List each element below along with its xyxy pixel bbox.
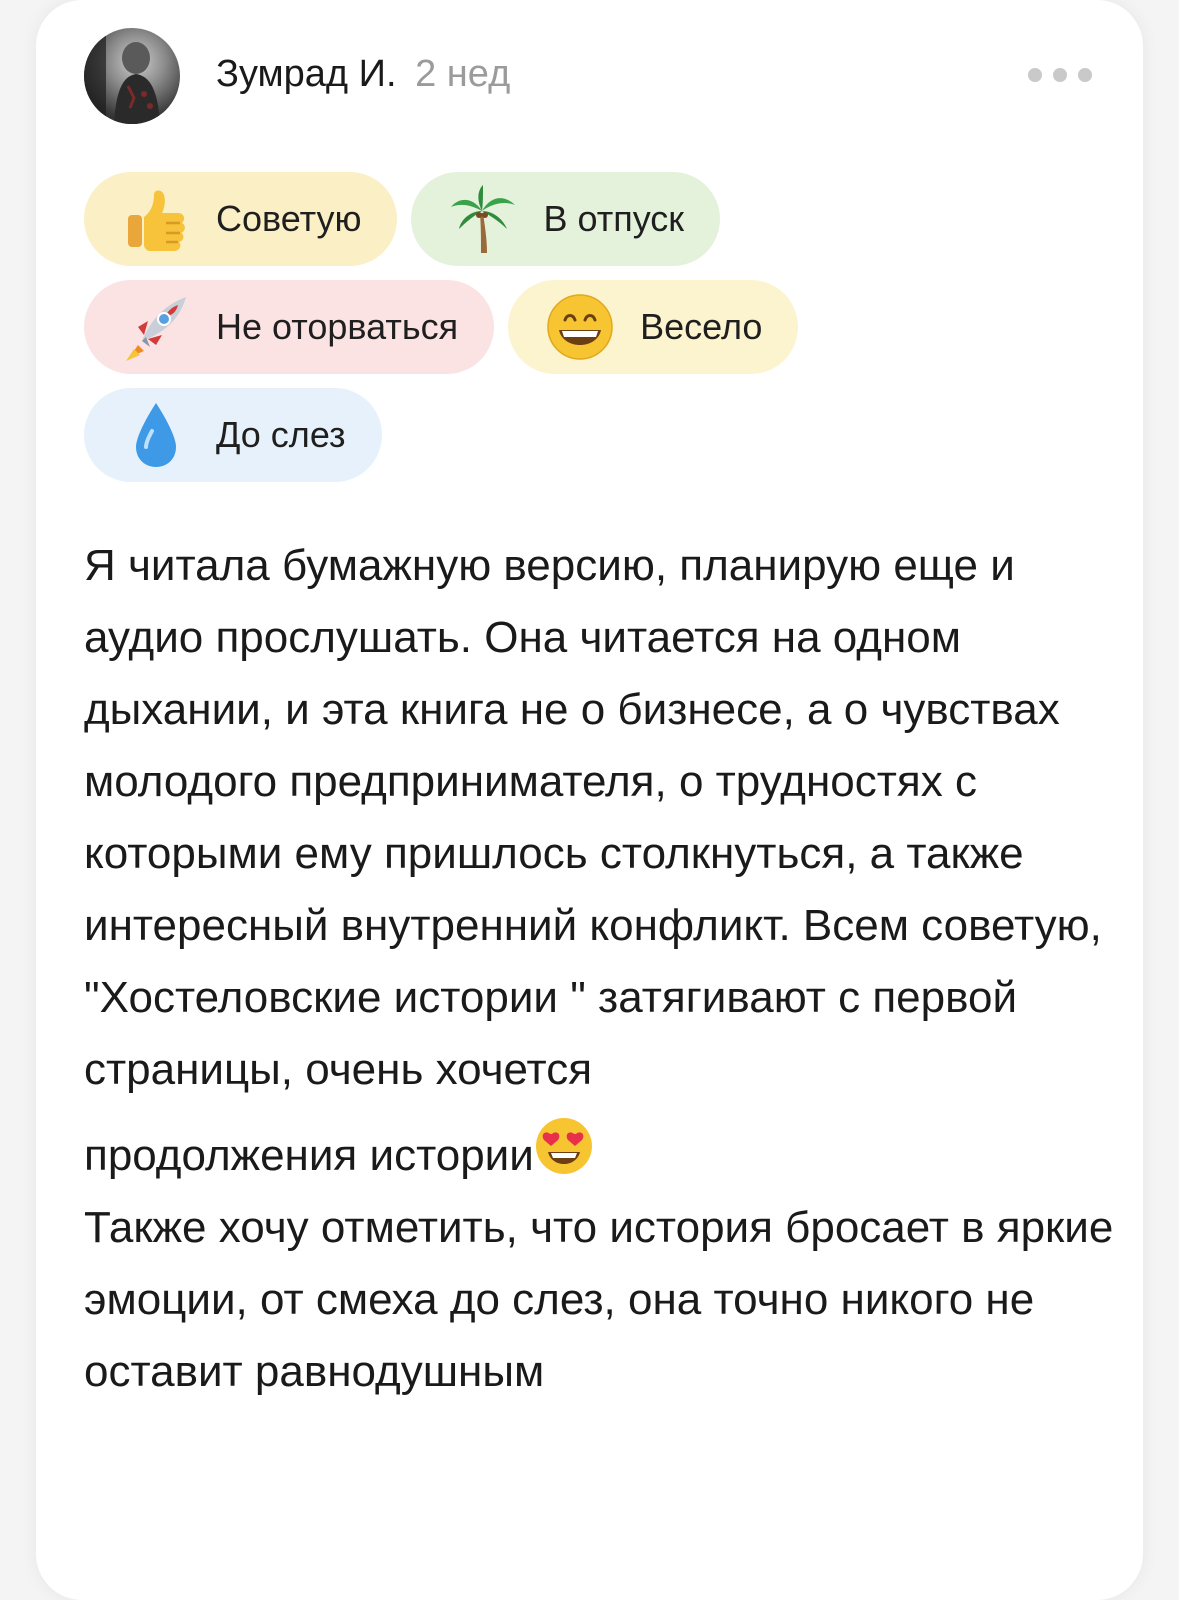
review-paragraph: продолжения истории: [84, 1116, 1114, 1192]
more-dot-icon: [1028, 68, 1042, 82]
avatar[interactable]: [84, 28, 180, 124]
tag-label: Не оторваться: [216, 306, 459, 347]
tag-label: Советую: [216, 198, 362, 239]
review-header: Зумрад И. 2 нед: [36, 0, 1143, 150]
palm-tree-icon: [445, 181, 521, 257]
tag-label: В отпуск: [543, 198, 685, 239]
review-paragraph: Также хочу отметить, что история бросает…: [84, 1203, 1114, 1396]
tag-label: Весело: [640, 306, 763, 347]
tag-fun[interactable]: Весело: [508, 280, 799, 374]
more-options-button[interactable]: [1028, 62, 1092, 88]
more-dot-icon: [1053, 68, 1067, 82]
review-text: Я читала бумажную версию, планирую еще и…: [84, 530, 1114, 1408]
tag-vacation[interactable]: В отпуск: [411, 172, 721, 266]
droplet-icon: [118, 397, 194, 473]
avatar-photo: [84, 28, 160, 124]
grinning-face-icon: [542, 289, 618, 365]
review-card: Зумрад И. 2 нед Советую В отпуск Не отор…: [36, 0, 1143, 1600]
thumbs-up-icon: [118, 181, 194, 257]
tag-cant-stop[interactable]: Не оторваться: [84, 280, 495, 374]
review-time: 2 нед: [415, 53, 511, 95]
rocket-icon: [118, 289, 194, 365]
tag-recommend[interactable]: Советую: [84, 172, 398, 266]
author-name[interactable]: Зумрад И.: [216, 53, 397, 95]
heart-eyes-icon: [534, 1116, 594, 1176]
tag-to-tears[interactable]: До слез: [84, 388, 382, 482]
tag-label: До слез: [216, 414, 346, 455]
author-line: Зумрад И. 2 нед: [216, 50, 510, 98]
reaction-tags: Советую В отпуск Не оторваться Весело До…: [84, 172, 1094, 496]
more-dot-icon: [1078, 68, 1092, 82]
review-paragraph-text: продолжения истории: [84, 1131, 534, 1180]
review-paragraph: Я читала бумажную версию, планирую еще и…: [84, 541, 1102, 1094]
